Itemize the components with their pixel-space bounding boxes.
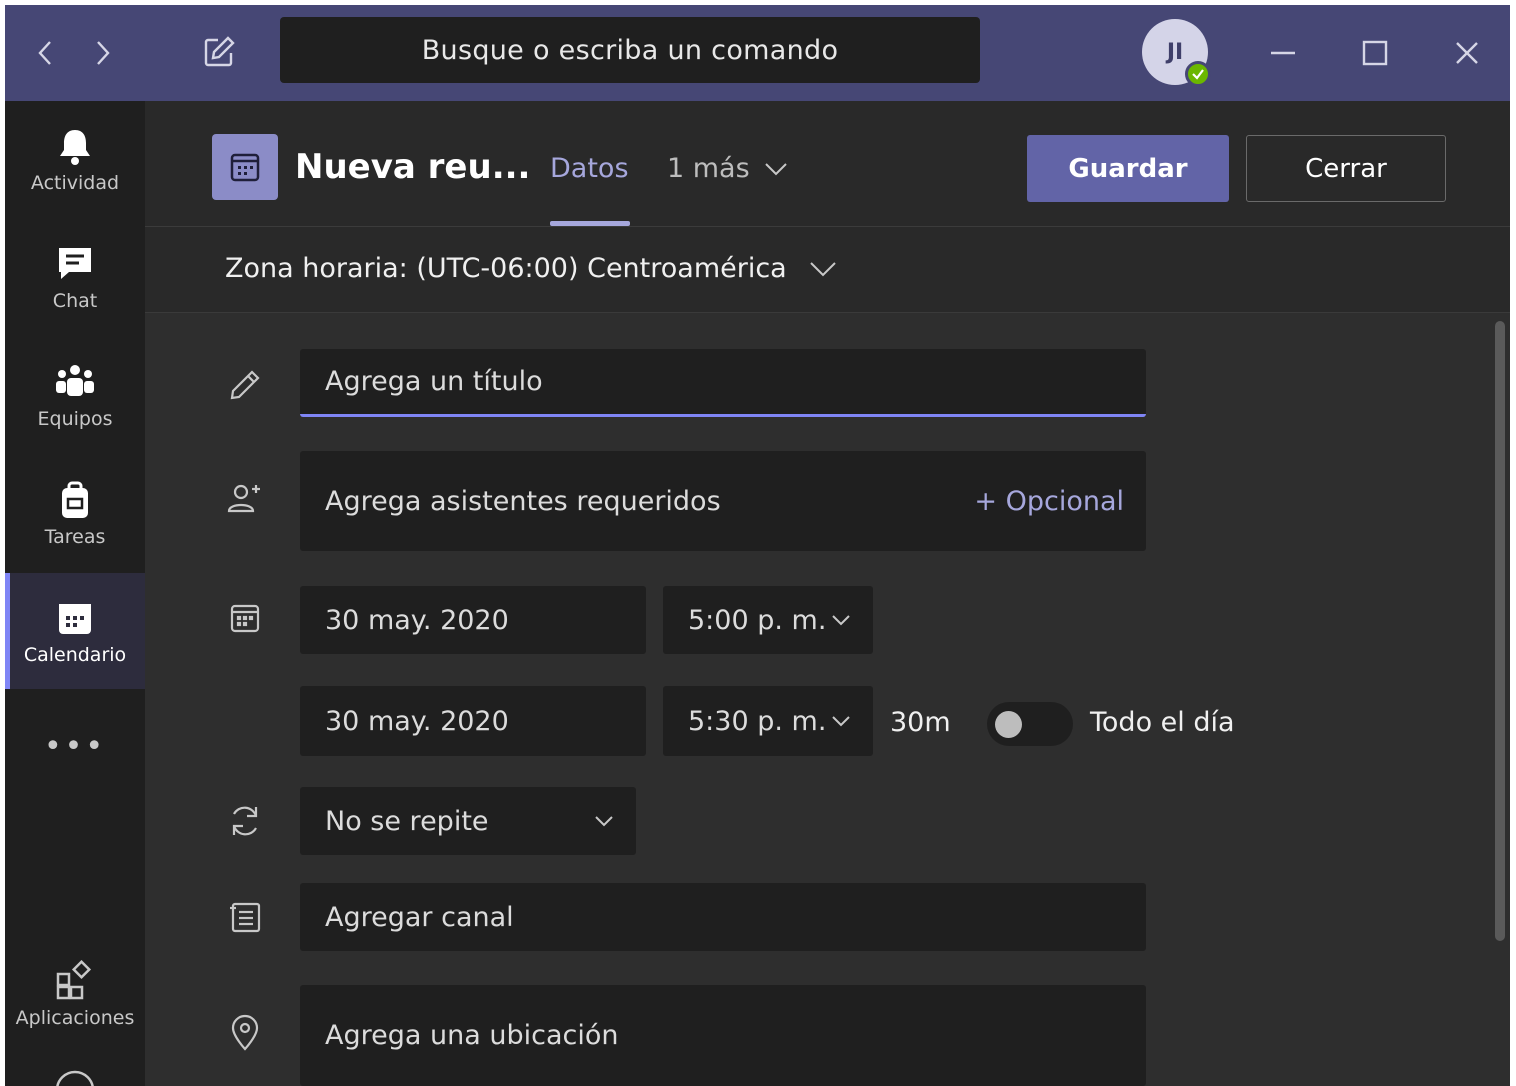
page-title: Nueva reu... <box>295 147 531 187</box>
timezone-bar: Zona horaria: (UTC-06:00) Centroamérica <box>145 227 1510 313</box>
rail-item-chat[interactable]: Chat <box>5 219 145 335</box>
all-day-toggle[interactable] <box>987 702 1073 746</box>
save-button[interactable]: Guardar <box>1027 135 1229 202</box>
chevron-down-icon <box>832 615 850 626</box>
tab-more-dropdown[interactable]: 1 más <box>667 153 788 184</box>
rail-item-calendario[interactable]: Calendario <box>5 573 145 689</box>
back-arrow-icon[interactable] <box>27 33 63 73</box>
minimize-icon[interactable] <box>1263 33 1303 73</box>
active-tab-indicator <box>550 221 630 226</box>
rail-item-label: Aplicaciones <box>15 1007 135 1029</box>
start-time-dropdown[interactable]: 5:00 p. m. <box>663 586 873 654</box>
channel-input[interactable]: Agregar canal <box>300 883 1146 951</box>
timezone-label: Zona horaria: (UTC-06:00) Centroamérica <box>225 253 787 284</box>
rail-item-label: Calendario <box>23 644 127 666</box>
rail-item-label: Equipos <box>37 408 113 430</box>
calendar-icon <box>53 596 97 640</box>
title-input[interactable]: Agrega un título <box>300 349 1146 417</box>
chevron-down-icon <box>595 816 613 827</box>
meeting-header: Nueva reu... Datos 1 más Guardar Cerrar <box>145 101 1510 227</box>
duration-label: 30m <box>890 707 951 738</box>
start-time-value: 5:00 p. m. <box>688 604 827 636</box>
meeting-form: Agrega un título Agrega asistentes reque… <box>145 313 1510 1086</box>
meeting-calendar-icon <box>212 134 278 200</box>
tab-datos[interactable]: Datos <box>550 153 629 184</box>
rail-item-label: Tareas <box>44 526 106 548</box>
end-date-picker[interactable]: 30 may. 2020 <box>300 686 646 756</box>
presence-available-icon <box>1185 61 1211 87</box>
location-pin-icon <box>225 1013 265 1053</box>
app-rail: Actividad Chat Equipos Tareas Calendario <box>5 101 145 1086</box>
close-window-icon[interactable] <box>1447 33 1487 73</box>
rail-item-equipos[interactable]: Equipos <box>5 337 145 453</box>
add-attendee-icon <box>225 480 265 520</box>
timezone-dropdown[interactable]: Zona horaria: (UTC-06:00) Centroamérica <box>225 253 837 284</box>
more-apps-button[interactable]: ••• <box>5 729 145 764</box>
attendees-placeholder: Agrega asistentes requeridos <box>325 485 721 517</box>
search-input[interactable]: Busque o escriba un comando <box>280 17 980 83</box>
chevron-down-icon <box>832 716 850 727</box>
chevron-down-icon <box>764 162 787 175</box>
scrollbar[interactable] <box>1495 321 1505 941</box>
repeat-value: No se repite <box>325 805 489 837</box>
end-time-value: 5:30 p. m. <box>688 705 827 737</box>
maximize-icon[interactable] <box>1355 33 1395 73</box>
rail-item-aplicaciones[interactable]: Aplicaciones <box>5 936 145 1052</box>
teams-icon <box>53 360 97 404</box>
repeat-icon <box>225 801 265 841</box>
pencil-icon <box>225 365 265 405</box>
help-icon[interactable] <box>53 1066 97 1086</box>
toggle-knob <box>995 711 1022 738</box>
chevron-down-icon <box>810 261 836 276</box>
location-input[interactable]: Agrega una ubicación <box>300 985 1146 1086</box>
bell-icon <box>53 124 97 168</box>
channel-icon <box>225 897 265 937</box>
calendar-date-icon <box>225 598 265 638</box>
title-bar: Busque o escriba un comando JI <box>5 5 1510 101</box>
attendees-input[interactable]: Agrega asistentes requeridos + Opcional <box>300 451 1146 551</box>
rail-item-tareas[interactable]: Tareas <box>5 455 145 571</box>
compose-icon[interactable] <box>197 30 241 74</box>
rail-item-label: Actividad <box>30 172 120 194</box>
rail-item-actividad[interactable]: Actividad <box>5 101 145 217</box>
end-time-dropdown[interactable]: 5:30 p. m. <box>663 686 873 756</box>
start-date-picker[interactable]: 30 may. 2020 <box>300 586 646 654</box>
optional-attendees-link[interactable]: + Opcional <box>974 486 1124 517</box>
close-button[interactable]: Cerrar <box>1246 135 1446 202</box>
chat-icon <box>53 242 97 286</box>
apps-icon <box>53 959 97 1003</box>
tasks-icon <box>53 478 97 522</box>
teams-window: Busque o escriba un comando JI Actividad… <box>5 5 1510 1086</box>
tab-more-label: 1 más <box>667 153 750 184</box>
repeat-dropdown[interactable]: No se repite <box>300 787 636 855</box>
all-day-label: Todo el día <box>1090 707 1235 738</box>
forward-arrow-icon[interactable] <box>85 33 121 73</box>
rail-item-label: Chat <box>52 290 98 312</box>
